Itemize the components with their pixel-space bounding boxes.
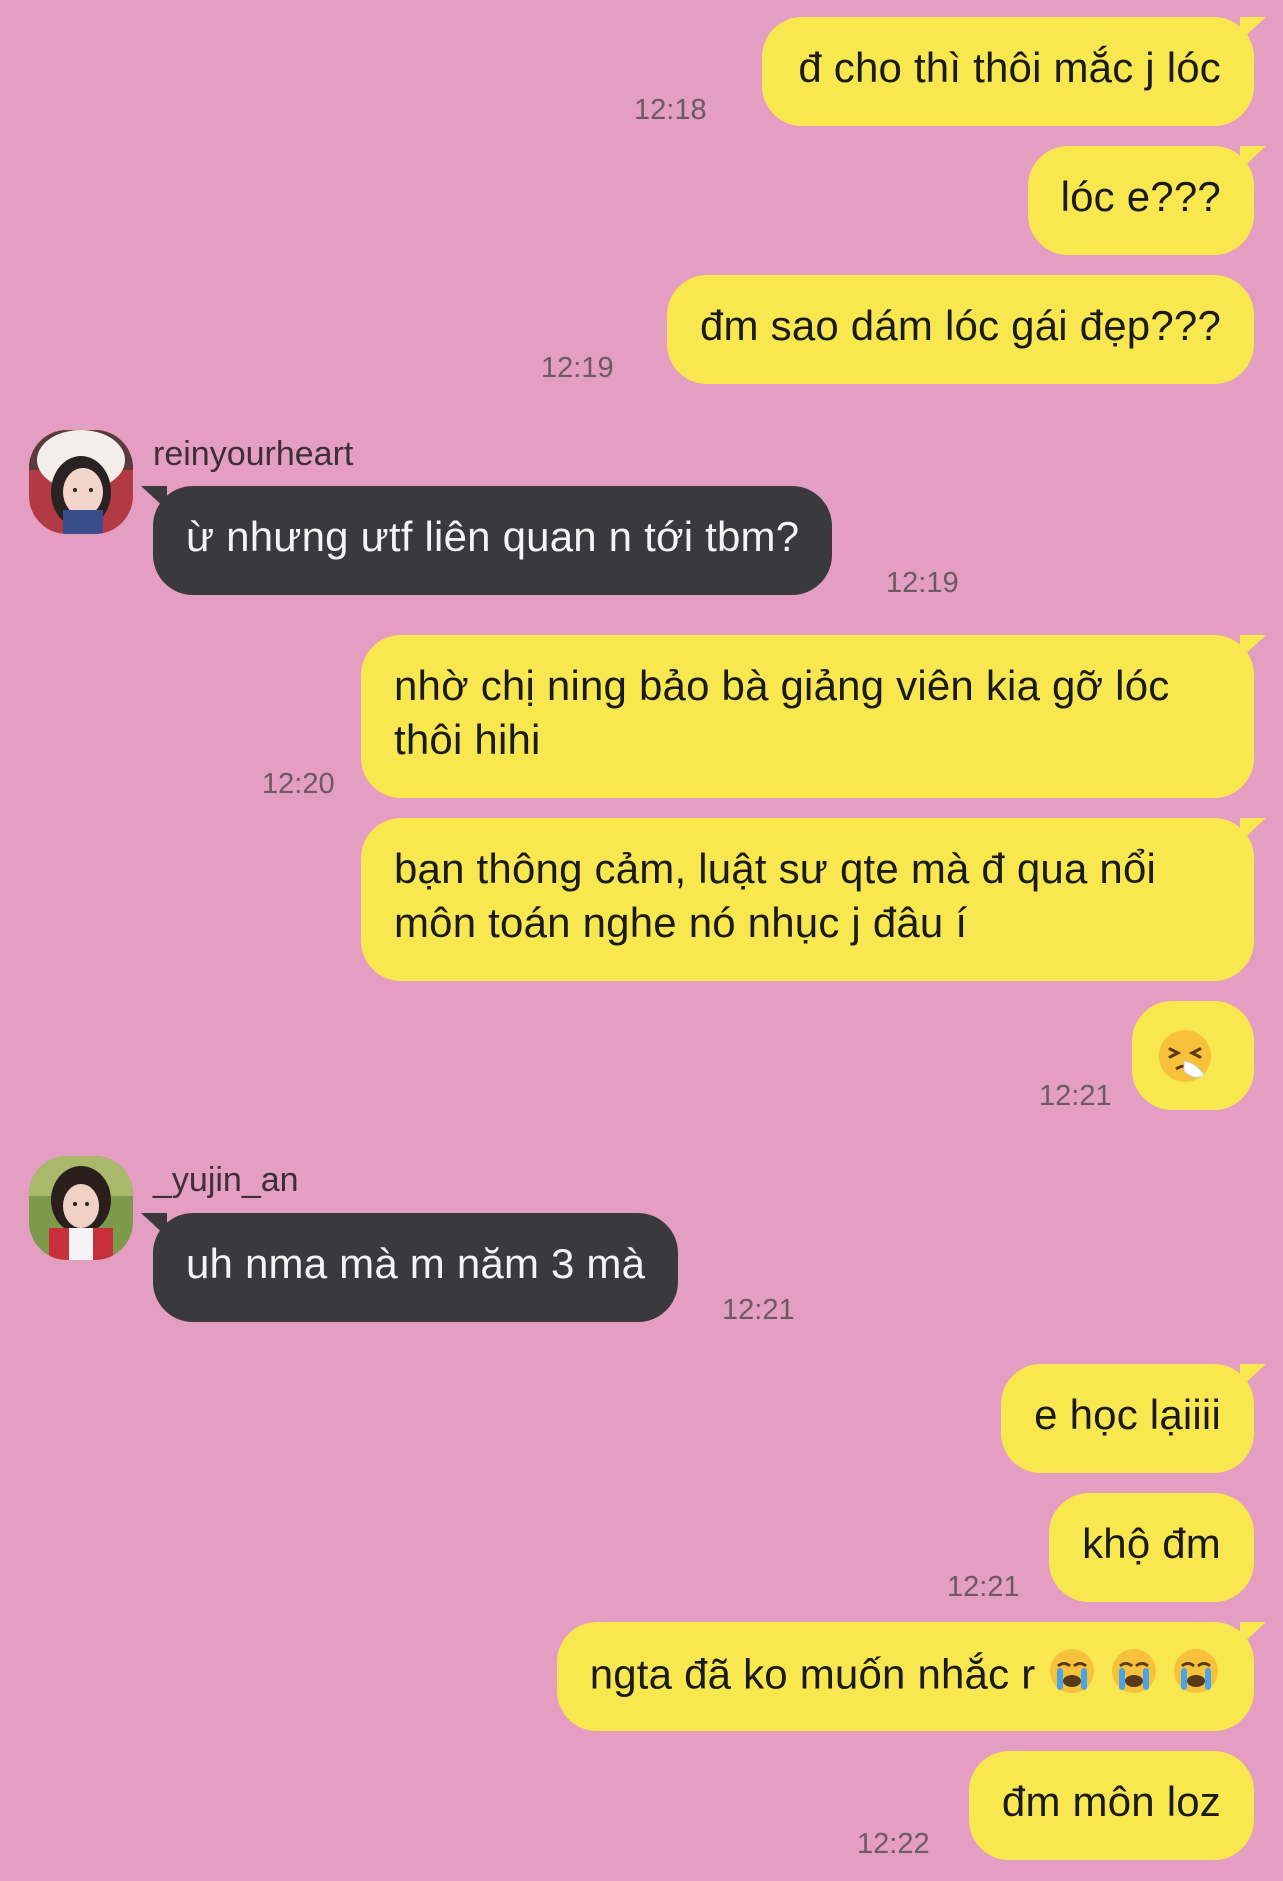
message-time: 12:18 <box>634 94 707 126</box>
message-text: đ cho thì thôi mắc j lóc <box>798 44 1221 91</box>
message-text: uh nma mà m năm 3 mà <box>186 1240 646 1287</box>
message-time: 12:20 <box>262 768 335 800</box>
loudly-crying-face-emoji <box>1109 1646 1159 1709</box>
message-text: ừ nhưng ưtf liên quan n tới tbm? <box>186 513 800 560</box>
message-time: 12:19 <box>886 567 959 599</box>
message-text-line: nhờ chị ning bảo bà giảng viên kia gỡ ló… <box>394 662 1170 709</box>
message-text: ngta đã ko muốn nhắc r <box>589 1650 1036 1698</box>
avatar[interactable] <box>29 430 133 534</box>
message-bubble[interactable]: uh nma mà m năm 3 mà <box>153 1213 679 1322</box>
message-time: 12:19 <box>541 352 614 384</box>
message-text: đm môn loz <box>1001 1778 1221 1825</box>
message-bubble[interactable]: nhờ chị ning bảo bà giảng viên kia gỡ ló… <box>361 635 1254 798</box>
message-time: 12:21 <box>947 1571 1020 1603</box>
message-bubble[interactable]: e học lạiiii <box>1001 1364 1254 1473</box>
loudly-crying-face-emoji <box>1171 1646 1221 1709</box>
message-bubble[interactable]: ngta đã ko muốn nhắc r <box>556 1622 1254 1731</box>
message-text: lóc e??? <box>1060 173 1221 220</box>
message-text-line: môn toán nghe nó nhục j đâu í <box>394 899 968 946</box>
message-bubble[interactable]: lóc e??? <box>1027 146 1254 255</box>
message-text: khộ đm <box>1082 1520 1221 1567</box>
message-time: 12:22 <box>857 1828 930 1860</box>
message-bubble[interactable]: đ cho thì thôi mắc j lóc <box>762 17 1254 126</box>
message-text-line: bạn thông cảm, luật sư qte mà đ qua nổi <box>394 845 1157 892</box>
message-time: 12:21 <box>722 1294 795 1326</box>
message-text: đm sao dám lóc gái đẹp??? <box>700 302 1221 349</box>
sender-name: reinyourheart <box>153 435 354 473</box>
sneezing-face-emoji <box>1156 1027 1214 1098</box>
message-bubble[interactable]: đm sao dám lóc gái đẹp??? <box>667 275 1254 384</box>
loudly-crying-face-emoji <box>1047 1646 1097 1709</box>
sender-name: _yujin_an <box>153 1161 299 1199</box>
message-text-line: thôi hihi <box>394 716 541 763</box>
message-bubble[interactable]: khộ đm <box>1049 1493 1254 1602</box>
message-bubble[interactable] <box>1132 1001 1254 1110</box>
message-bubble[interactable]: bạn thông cảm, luật sư qte mà đ qua nổi … <box>361 818 1254 981</box>
avatar[interactable] <box>29 1156 133 1260</box>
message-time: 12:21 <box>1039 1080 1112 1112</box>
message-bubble[interactable]: ừ nhưng ưtf liên quan n tới tbm? <box>153 486 833 595</box>
message-bubble[interactable]: đm môn loz <box>968 1751 1254 1860</box>
message-text: e học lạiiii <box>1034 1391 1221 1438</box>
